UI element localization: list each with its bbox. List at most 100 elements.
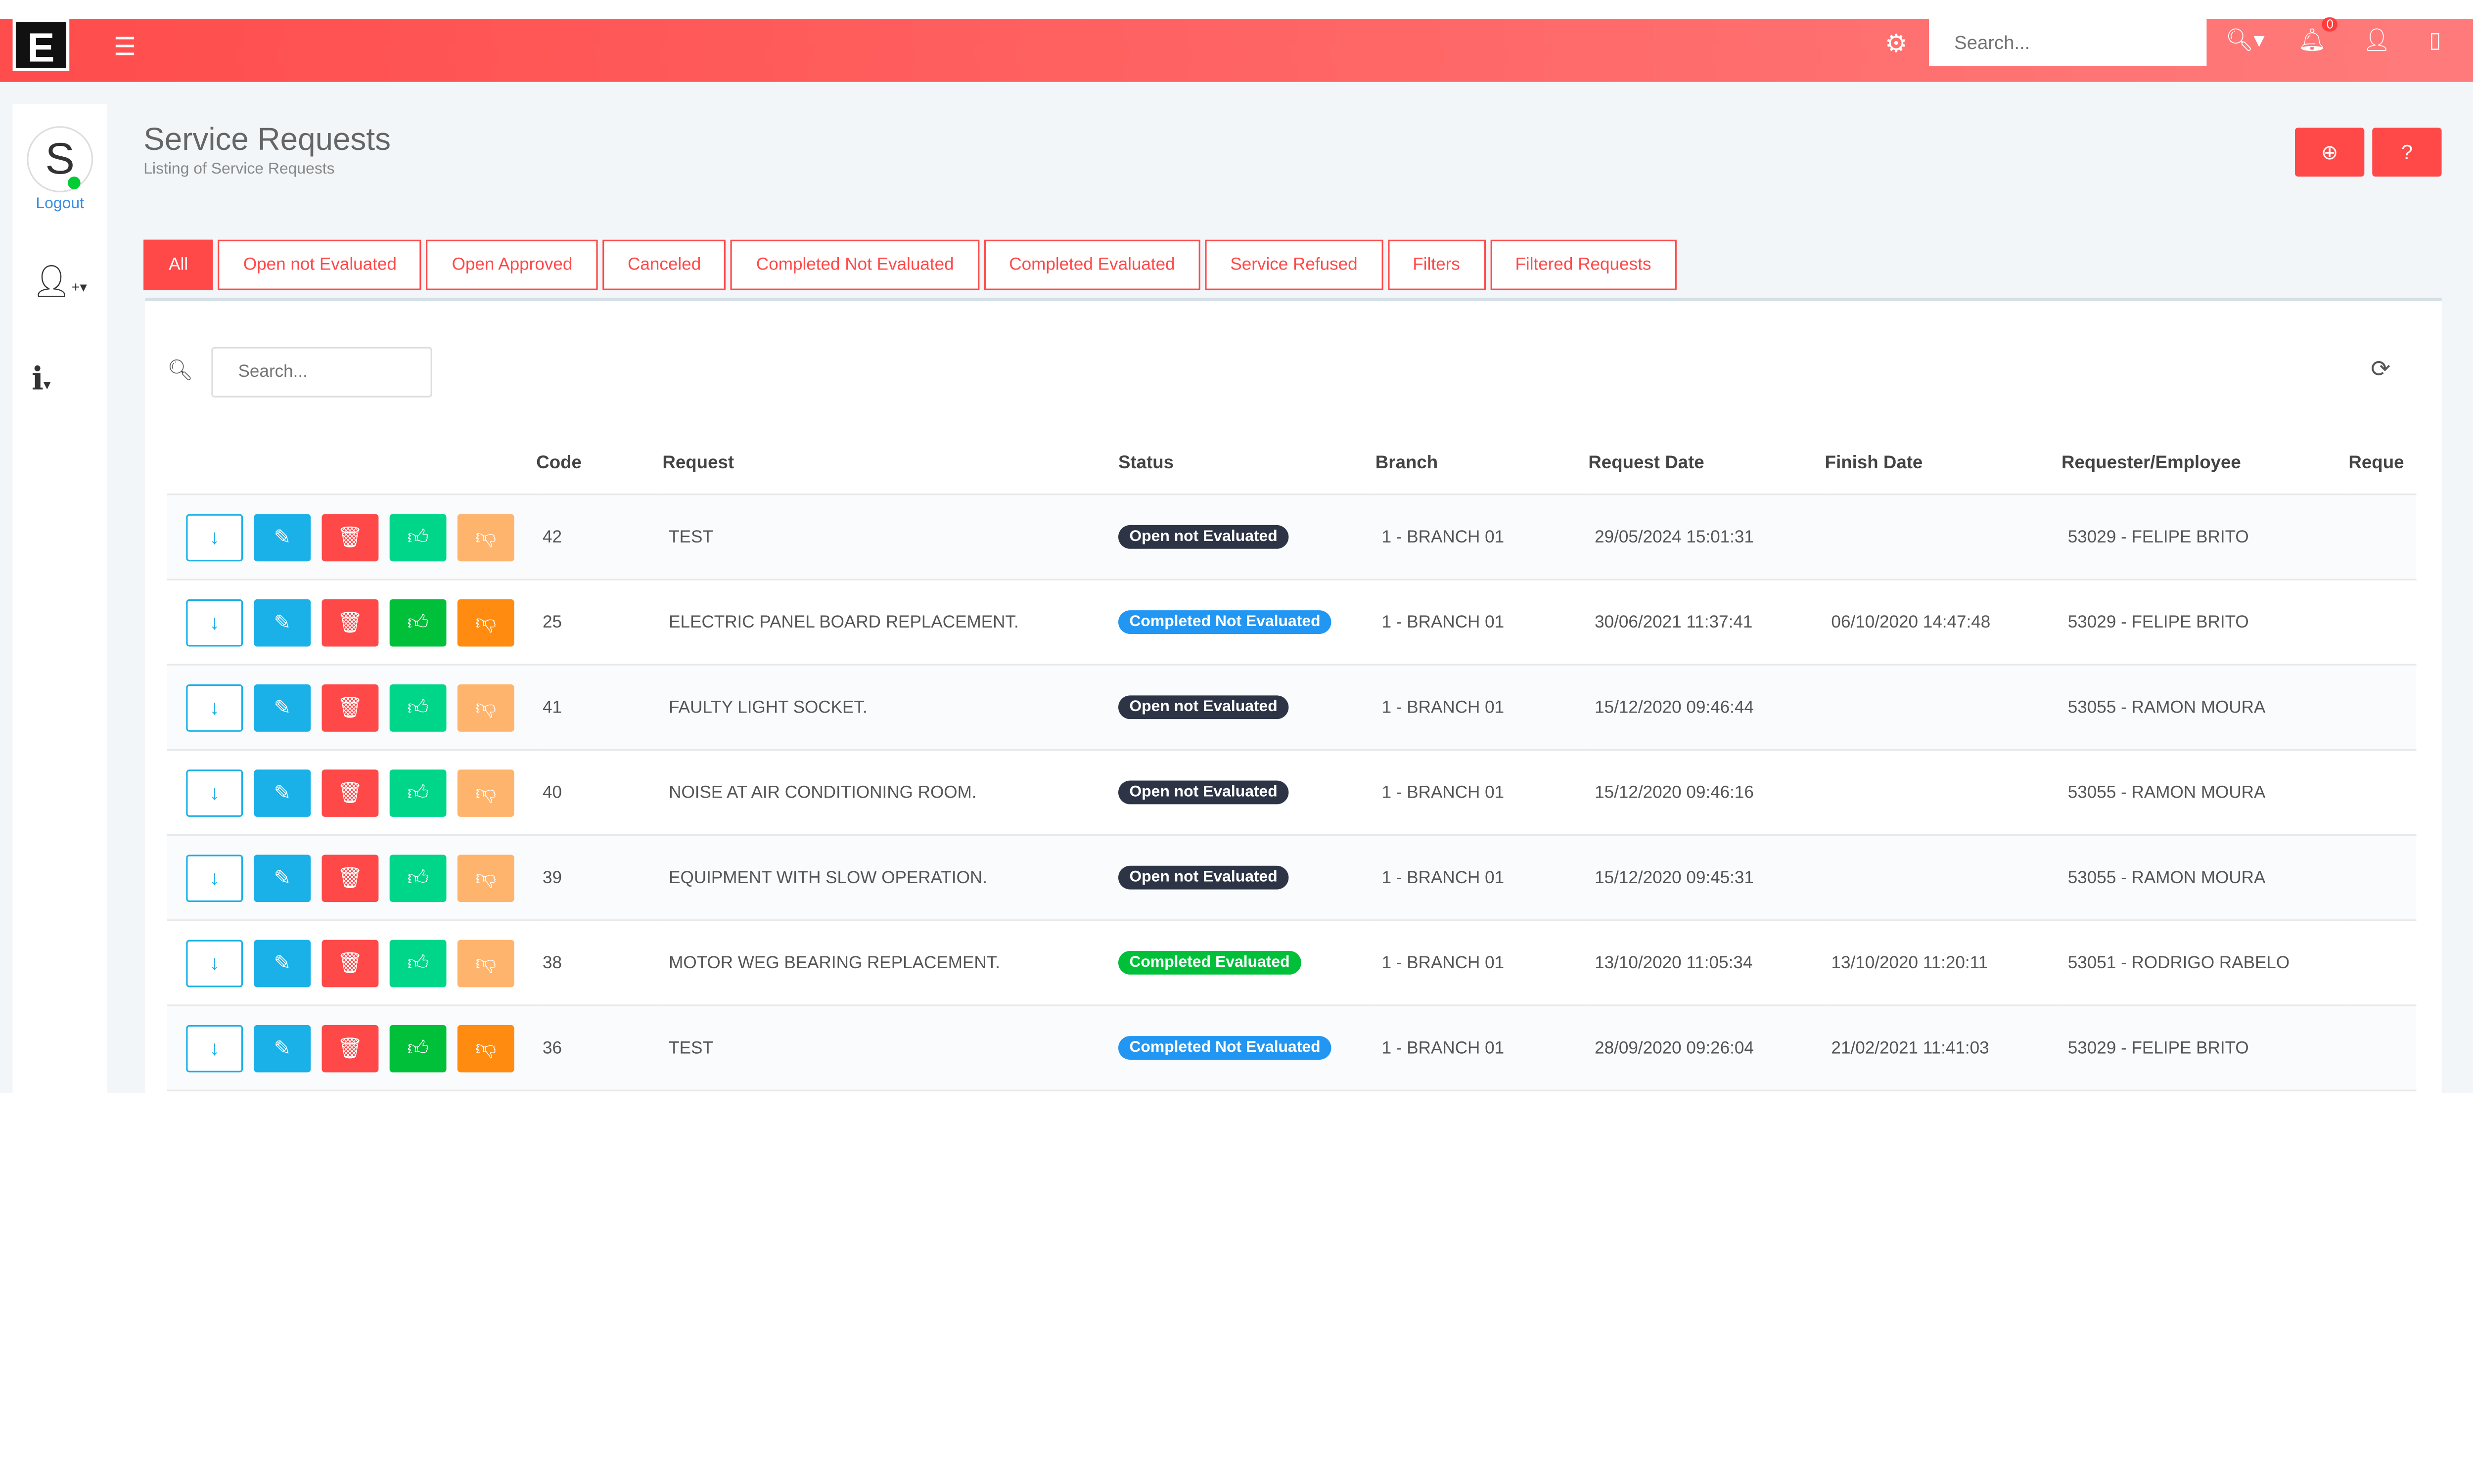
download-button[interactable]: ↓ [186,939,243,987]
download-button[interactable]: ↓ [186,683,243,731]
tab-canceled[interactable]: Canceled [602,239,727,290]
refuse-button[interactable]: 👎︎ [457,1024,514,1072]
delete-button[interactable]: 🗑︎ [321,939,379,987]
approve-button[interactable]: 👍︎ [389,683,447,731]
request-cell: TEST [662,494,1119,581]
branch-cell: 1 - BRANCH 01 [1375,920,1589,1006]
tab-all[interactable]: All [143,239,214,290]
approve-button[interactable]: 👍︎ [389,598,447,646]
refuse-button[interactable]: 👎︎ [457,513,514,561]
delete-button[interactable]: 🗑︎ [321,513,379,561]
request-cell: EQUIPMENT WITH SLOW OPERATION. [662,835,1119,921]
edit-button[interactable]: ✎ [254,1024,311,1072]
table-row[interactable]: ↓ ✎ 🗑︎ 👍︎ 👎︎ 38 MOTOR WEG BEARING REPLAC… [167,920,2417,1006]
requester-cell: 53051 - RODRIGO RABELO [2061,920,2349,1006]
branch-cell: 1 - BRANCH 01 [1375,750,1589,836]
search-dropdown-icon[interactable]: 🔍︎▾ [2226,27,2265,53]
edit-button[interactable]: ✎ [254,939,311,987]
table-row[interactable]: ↓ ✎ 🗑︎ 👍︎ 👎︎ 41 FAULTY LIGHT SOCKET. Ope… [167,665,2417,751]
status-tabs: All Open not Evaluated Open Approved Cancel… [143,239,1677,290]
tab-completed-not-evaluated[interactable]: Completed Not Evaluated [731,239,979,290]
edit-button[interactable]: ✎ [254,768,311,816]
top-search-input[interactable] [1929,19,2207,66]
edit-button[interactable]: ✎ [254,683,311,731]
tab-filters[interactable]: Filters [1387,239,1485,290]
download-button[interactable]: ↓ [186,513,243,561]
bell-icon[interactable]: 🔔︎ [2298,27,2326,53]
sidebar: S Logout 👤︎+▾ ℹ▾ [12,104,107,1093]
column-header[interactable]: Requester/Employee [2061,433,2349,495]
code-cell: 36 [536,1005,663,1091]
column-header[interactable]: Request Date [1588,433,1825,495]
delete-button[interactable]: 🗑︎ [321,1024,379,1072]
page-subtitle: Listing of Service Requests [143,161,335,179]
branch-cell: 1 - BRANCH 01 [1375,494,1589,581]
refuse-button[interactable]: 👎︎ [457,854,514,901]
branch-cell: 1 - BRANCH 01 [1375,1005,1589,1091]
approve-button[interactable]: 👍︎ [389,854,447,901]
status-badge: Open not Evaluated [1118,525,1289,549]
column-header[interactable]: Reque [2348,433,2417,495]
table-search-input[interactable] [211,347,432,398]
user-icon[interactable]: 👤︎ [2363,27,2391,53]
tab-open-approved[interactable]: Open Approved [426,239,598,290]
code-cell: 42 [536,494,663,581]
requests-panel: 🔍︎ ⟳ CodeRequestStatusBranchRequest Date… [145,298,2442,1096]
download-button[interactable]: ↓ [186,768,243,816]
download-button[interactable]: ↓ [186,598,243,646]
finish-date-cell [1825,750,2062,836]
column-header[interactable]: Request [662,433,1119,495]
request-cell: TEST [662,1005,1119,1091]
column-header[interactable] [167,433,537,495]
delete-button[interactable]: 🗑︎ [321,683,379,731]
table-row[interactable]: ↓ ✎ 🗑︎ 👍︎ 👎︎ 42 TEST Open not Evaluated … [167,494,2417,581]
menu-icon[interactable]: ☰ [114,32,137,63]
code-cell: 38 [536,920,663,1006]
panel-toggle-icon[interactable]: ▯ [2429,27,2441,53]
refresh-icon[interactable]: ⟳ [2371,355,2390,383]
edit-button[interactable]: ✎ [254,598,311,646]
request-date-cell: 29/05/2024 15:01:31 [1588,494,1825,581]
code-cell: 39 [536,835,663,921]
table-row[interactable]: ↓ ✎ 🗑︎ 👍︎ 👎︎ 36 TEST Completed Not Evalu… [167,1005,2417,1091]
approve-button[interactable]: 👍︎ [389,768,447,816]
column-header[interactable]: Finish Date [1825,433,2062,495]
refuse-button[interactable]: 👎︎ [457,683,514,731]
refuse-button[interactable]: 👎︎ [457,598,514,646]
delete-button[interactable]: 🗑︎ [321,854,379,901]
delete-button[interactable]: 🗑︎ [321,598,379,646]
tab-completed-evaluated[interactable]: Completed Evaluated [984,239,1200,290]
download-button[interactable]: ↓ [186,854,243,901]
finish-date-cell: 13/10/2020 11:20:11 [1825,920,2062,1006]
refuse-button[interactable]: 👎︎ [457,939,514,987]
column-header[interactable]: Code [536,433,663,495]
delete-button[interactable]: 🗑︎ [321,768,379,816]
table-row[interactable]: ↓ ✎ 🗑︎ 👍︎ 👎︎ 40 NOISE AT AIR CONDITIONIN… [167,750,2417,836]
gear-icon[interactable]: ⚙ [1885,28,1908,60]
approve-button[interactable]: 👍︎ [389,513,447,561]
approve-button[interactable]: 👍︎ [389,1024,447,1072]
column-header[interactable]: Branch [1375,433,1589,495]
request-cell: NOISE AT AIR CONDITIONING ROOM. [662,750,1119,836]
table-row[interactable]: ↓ ✎ 🗑︎ 👍︎ 👎︎ 25 ELECTRIC PANEL BOARD REP… [167,579,2417,666]
tab-open-not-evaluated[interactable]: Open not Evaluated [218,239,422,290]
info-icon[interactable]: ℹ▾ [32,360,51,399]
download-button[interactable]: ↓ [186,1024,243,1072]
requester-cell: 53029 - FELIPE BRITO [2061,579,2349,666]
logout-link[interactable]: Logout [13,195,107,213]
column-header[interactable]: Status [1118,433,1375,495]
add-user-icon[interactable]: 👤︎+▾ [32,262,87,301]
approve-button[interactable]: 👍︎ [389,939,447,987]
code-cell: 41 [536,665,663,751]
help-button[interactable]: ? [2372,128,2442,177]
page-title: Service Requests [143,123,391,158]
refuse-button[interactable]: 👎︎ [457,768,514,816]
app-logo[interactable]: E [12,19,70,71]
edit-button[interactable]: ✎ [254,513,311,561]
add-button[interactable]: ⊕ [2294,128,2365,177]
request-date-cell: 13/10/2020 11:05:34 [1588,920,1825,1006]
tab-filtered-requests[interactable]: Filtered Requests [1490,239,1677,290]
tab-service-refused[interactable]: Service Refused [1205,239,1383,290]
table-row[interactable]: ↓ ✎ 🗑︎ 👍︎ 👎︎ 39 EQUIPMENT WITH SLOW OPER… [167,835,2417,921]
edit-button[interactable]: ✎ [254,854,311,901]
